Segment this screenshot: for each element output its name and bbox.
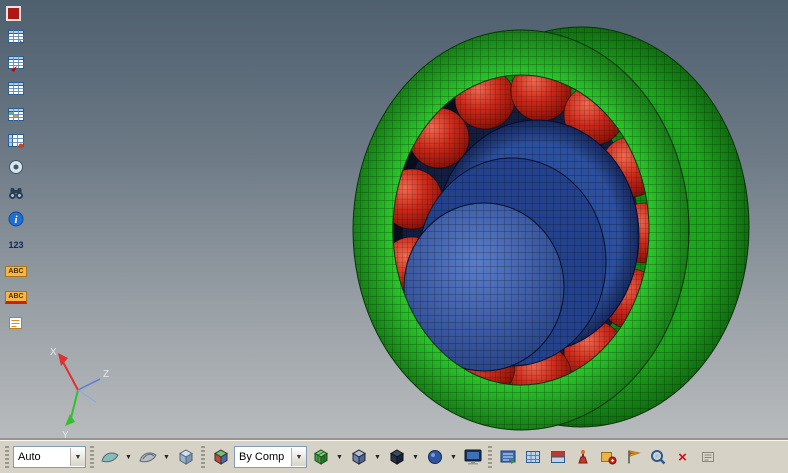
topology-display-icon[interactable] bbox=[136, 445, 159, 469]
display-toolbar: Auto ▼ ▼ ▼ By Comp ▼ ▼ ▼ ▼ ▼ × bbox=[0, 440, 788, 473]
more-tools-icon[interactable] bbox=[696, 445, 719, 469]
component-color-cube-icon[interactable] bbox=[209, 445, 232, 469]
x-axis-label: X bbox=[50, 347, 57, 358]
topology-display-dropdown[interactable]: ▼ bbox=[161, 445, 172, 469]
info-icon[interactable]: i bbox=[5, 208, 27, 230]
chevron-down-icon: ▼ bbox=[74, 453, 82, 461]
chevron-down-icon: ▼ bbox=[412, 453, 419, 461]
chevron-down-icon: ▼ bbox=[374, 453, 381, 461]
reject-icon[interactable]: × bbox=[671, 445, 694, 469]
numbers-label: 123 bbox=[8, 240, 24, 250]
close-icon: × bbox=[678, 448, 687, 466]
numbers-display-icon[interactable]: 123 bbox=[5, 234, 27, 256]
element-color-mode-combobox[interactable]: By Comp ▼ bbox=[234, 446, 307, 468]
query-entities-icon[interactable] bbox=[646, 445, 669, 469]
geometry-cube-icon[interactable] bbox=[174, 445, 197, 469]
mask-circle-icon[interactable] bbox=[5, 156, 27, 178]
chevron-down-icon: ▼ bbox=[295, 453, 303, 461]
table-edit-icon[interactable] bbox=[5, 26, 27, 48]
view-mode-value: Auto bbox=[18, 451, 41, 463]
abc-label-red: ABC bbox=[5, 290, 27, 304]
model-table-icon[interactable] bbox=[5, 78, 27, 100]
find-binoculars-icon[interactable] bbox=[5, 182, 27, 204]
feature-display-dropdown[interactable]: ▼ bbox=[410, 445, 421, 469]
axis-triad: X Y Z bbox=[50, 347, 109, 440]
feature-display-icon[interactable] bbox=[385, 445, 408, 469]
spotlight-tower-icon[interactable] bbox=[571, 445, 594, 469]
chevron-down-icon: ▼ bbox=[336, 453, 343, 461]
toolbar-grip[interactable] bbox=[5, 446, 9, 468]
view-mode-combobox[interactable]: Auto ▼ bbox=[13, 446, 86, 468]
mesh-shaded-cube-icon[interactable] bbox=[309, 445, 332, 469]
note-page-icon[interactable] bbox=[5, 312, 27, 334]
unmask-adjacent-icon[interactable] bbox=[596, 445, 619, 469]
chevron-down-icon: ▼ bbox=[163, 453, 170, 461]
element-color-mode-dropdown-button[interactable]: ▼ bbox=[291, 448, 306, 466]
chevron-down-icon: ▼ bbox=[450, 453, 457, 461]
element-representation-icon[interactable] bbox=[347, 445, 370, 469]
shaded-geometry-dropdown[interactable]: ▼ bbox=[123, 445, 134, 469]
performance-monitor-icon[interactable] bbox=[461, 445, 484, 469]
view-mode-dropdown-button[interactable]: ▼ bbox=[70, 448, 85, 466]
sphere-display-icon[interactable] bbox=[423, 445, 446, 469]
element-representation-dropdown[interactable]: ▼ bbox=[372, 445, 383, 469]
y-axis-label: Y bbox=[62, 430, 69, 440]
left-toolbar: i 123 ABC ABC bbox=[5, 26, 27, 334]
toolbar-grip[interactable] bbox=[90, 446, 94, 468]
bearing-model-scene bbox=[352, 26, 750, 431]
z-axis-label: Z bbox=[103, 369, 109, 380]
sphere-display-dropdown[interactable]: ▼ bbox=[448, 445, 459, 469]
chevron-down-icon: ▼ bbox=[125, 453, 132, 461]
element-color-mode-value: By Comp bbox=[239, 451, 285, 463]
label-abc-icon[interactable]: ABC bbox=[5, 260, 27, 282]
toolbar-grip[interactable] bbox=[488, 446, 492, 468]
application-window: X Y Z i 123 ABC ABC Auto ▼ ▼ ▼ By Comp ▼… bbox=[0, 0, 788, 473]
flag-elements-icon[interactable] bbox=[621, 445, 644, 469]
graphics-area[interactable]: X Y Z bbox=[0, 0, 788, 441]
reverse-elements-icon[interactable] bbox=[546, 445, 569, 469]
mesh-shaded-dropdown[interactable]: ▼ bbox=[334, 445, 345, 469]
component-table-icon[interactable] bbox=[5, 104, 27, 126]
toolbar-grip[interactable] bbox=[201, 446, 205, 468]
entity-state-icon[interactable] bbox=[496, 445, 519, 469]
property-table-icon[interactable] bbox=[5, 130, 27, 152]
label-abc-underline-icon[interactable]: ABC bbox=[5, 286, 27, 308]
app-icon[interactable] bbox=[6, 6, 21, 21]
mask-elements-icon[interactable] bbox=[521, 445, 544, 469]
shaded-geometry-icon[interactable] bbox=[98, 445, 121, 469]
abc-label: ABC bbox=[5, 265, 27, 277]
import-table-icon[interactable] bbox=[5, 52, 27, 74]
